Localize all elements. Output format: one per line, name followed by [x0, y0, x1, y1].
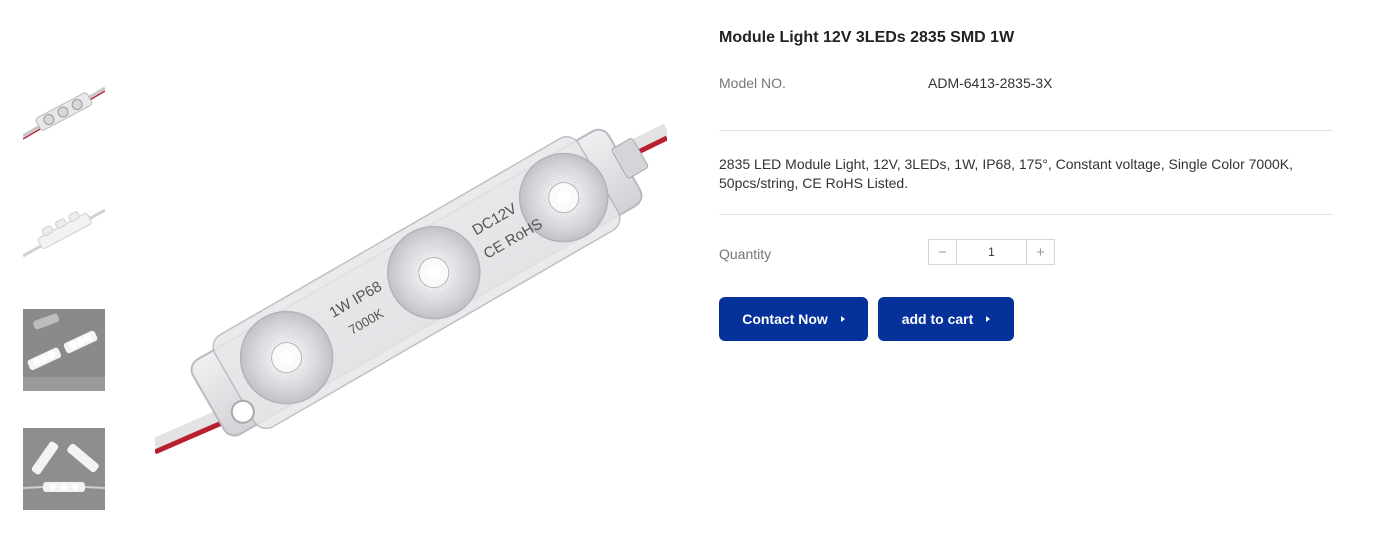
contact-now-button[interactable]: Contact Now [719, 297, 868, 341]
main-product-image: 1W IP68 7000K DC12V CE RoHS [152, 60, 671, 460]
model-number-label: Model NO. [719, 75, 786, 91]
add-to-cart-button[interactable]: add to cart [878, 297, 1014, 341]
caret-right-icon [986, 316, 991, 322]
model-number-value: ADM-6413-2835-3X [928, 75, 1053, 91]
product-description: 2835 LED Module Light, 12V, 3LEDs, 1W, I… [719, 156, 1293, 191]
quantity-input[interactable] [957, 240, 1026, 264]
decrease-quantity-button[interactable]: − [929, 240, 957, 264]
thumbnail-4[interactable] [23, 428, 105, 510]
product-title: Module Light 12V 3LEDs 2835 SMD 1W [719, 29, 1015, 46]
quantity-stepper: − + [928, 239, 1055, 265]
divider [719, 214, 1333, 215]
divider [719, 130, 1333, 131]
increase-quantity-button[interactable]: + [1026, 240, 1054, 264]
thumbnail-3[interactable] [23, 309, 105, 391]
thumbnail-2[interactable] [23, 190, 105, 272]
add-to-cart-label: add to cart [901, 311, 974, 327]
caret-right-icon [840, 316, 845, 322]
contact-now-label: Contact Now [742, 311, 828, 327]
thumbnail-1[interactable] [23, 70, 105, 152]
quantity-label: Quantity [719, 246, 772, 262]
